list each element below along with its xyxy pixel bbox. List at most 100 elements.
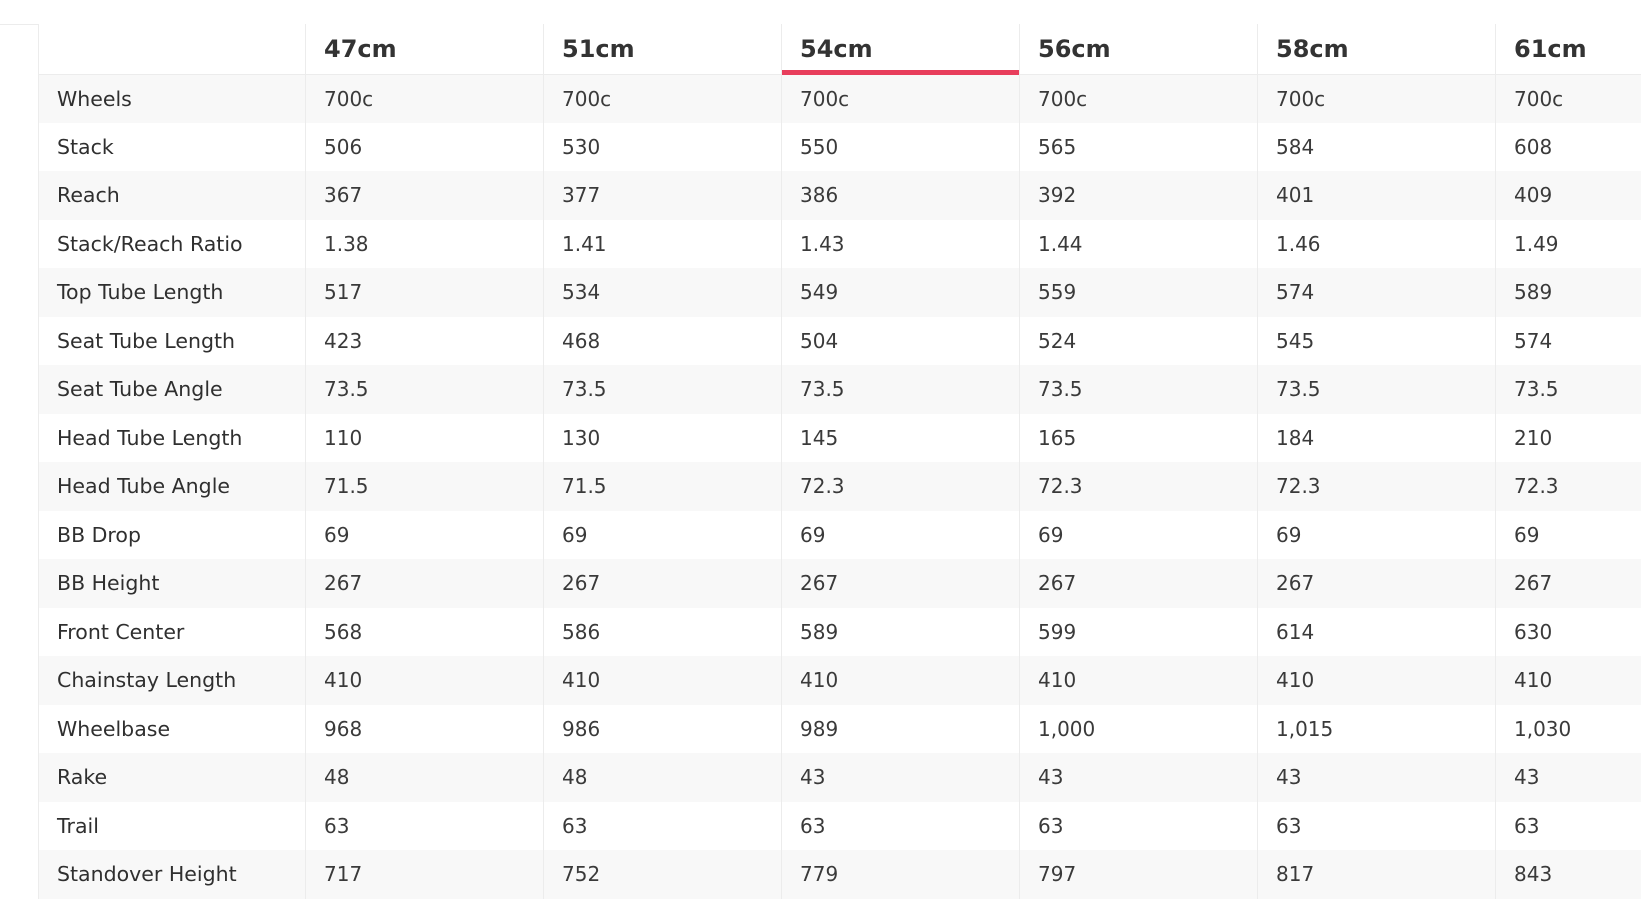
table-cell: 73.5 — [543, 365, 782, 414]
table-row: Front Center 568 586 589 599 614 630 — [38, 607, 1641, 656]
table-row: Stack 506 530 550 565 584 608 — [38, 122, 1641, 171]
table-cell: 410 — [1257, 656, 1496, 705]
table-row: Wheelbase 968 986 989 1,000 1,015 1,030 — [38, 704, 1641, 753]
table-cell: 43 — [1495, 753, 1641, 802]
row-label: Seat Tube Length — [38, 316, 306, 365]
table-cell: 69 — [781, 510, 1020, 559]
table-cell: 184 — [1257, 413, 1496, 462]
table-cell: 779 — [781, 850, 1020, 899]
geometry-table: 47cm 51cm 54cm 56cm 58cm 61cm Wheels 700c 700c 7… — [38, 24, 1641, 899]
table-cell: 630 — [1495, 607, 1641, 656]
table-cell: 72.3 — [781, 462, 1020, 511]
table-cell: 700c — [1257, 74, 1496, 123]
table-row: Head Tube Length 110 130 145 165 184 210 — [38, 413, 1641, 462]
table-cell: 410 — [305, 656, 544, 705]
table-cell: 586 — [543, 607, 782, 656]
table-cell: 72.3 — [1019, 462, 1258, 511]
size-column-header-54cm[interactable]: 54cm — [781, 24, 1020, 75]
table-cell: 700c — [1495, 74, 1641, 123]
table-cell: 48 — [543, 753, 782, 802]
table-cell: 530 — [543, 122, 782, 171]
table-cell: 43 — [781, 753, 1020, 802]
header-corner-cell — [38, 24, 306, 75]
geometry-table-container[interactable]: 47cm 51cm 54cm 56cm 58cm 61cm Wheels 700c 700c 7… — [38, 24, 1641, 901]
table-cell: 589 — [1495, 268, 1641, 317]
size-column-header-58cm[interactable]: 58cm — [1257, 24, 1496, 75]
table-row: Top Tube Length 517 534 549 559 574 589 — [38, 268, 1641, 317]
table-cell: 752 — [543, 850, 782, 899]
table-cell: 410 — [543, 656, 782, 705]
table-cell: 410 — [1495, 656, 1641, 705]
table-cell: 43 — [1257, 753, 1496, 802]
row-label: Stack — [38, 122, 306, 171]
table-cell: 545 — [1257, 316, 1496, 365]
row-label: Front Center — [38, 607, 306, 656]
table-row: Seat Tube Angle 73.5 73.5 73.5 73.5 73.5 73.5 — [38, 365, 1641, 414]
table-cell: 797 — [1019, 850, 1258, 899]
row-label: Reach — [38, 171, 306, 220]
table-cell: 367 — [305, 171, 544, 220]
table-cell: 63 — [305, 801, 544, 850]
table-cell: 267 — [781, 559, 1020, 608]
table-cell: 989 — [781, 704, 1020, 753]
size-column-header-51cm[interactable]: 51cm — [543, 24, 782, 75]
table-cell: 71.5 — [543, 462, 782, 511]
table-cell: 968 — [305, 704, 544, 753]
size-column-header-61cm[interactable]: 61cm — [1495, 24, 1641, 75]
row-label: BB Drop — [38, 510, 306, 559]
table-cell: 843 — [1495, 850, 1641, 899]
table-cell: 409 — [1495, 171, 1641, 220]
table-cell: 392 — [1019, 171, 1258, 220]
table-cell: 63 — [1257, 801, 1496, 850]
table-row: Chainstay Length 410 410 410 410 410 410 — [38, 656, 1641, 705]
table-cell: 267 — [1257, 559, 1496, 608]
table-cell: 700c — [305, 74, 544, 123]
table-row: Standover Height 717 752 779 797 817 843 — [38, 850, 1641, 899]
table-cell: 700c — [1019, 74, 1258, 123]
table-cell: 72.3 — [1495, 462, 1641, 511]
table-cell: 69 — [1019, 510, 1258, 559]
table-cell: 700c — [543, 74, 782, 123]
row-label: Standover Height — [38, 850, 306, 899]
table-cell: 69 — [543, 510, 782, 559]
table-cell: 700c — [781, 74, 1020, 123]
table-cell: 145 — [781, 413, 1020, 462]
size-column-header-56cm[interactable]: 56cm — [1019, 24, 1258, 75]
table-cell: 468 — [543, 316, 782, 365]
table-cell: 1,000 — [1019, 704, 1258, 753]
table-cell: 69 — [1257, 510, 1496, 559]
table-cell: 1,030 — [1495, 704, 1641, 753]
table-cell: 1,015 — [1257, 704, 1496, 753]
table-cell: 63 — [543, 801, 782, 850]
row-label: Head Tube Length — [38, 413, 306, 462]
table-cell: 410 — [1019, 656, 1258, 705]
table-cell: 72.3 — [1257, 462, 1496, 511]
table-cell: 48 — [305, 753, 544, 802]
table-cell: 574 — [1257, 268, 1496, 317]
table-cell: 69 — [305, 510, 544, 559]
table-cell: 267 — [1495, 559, 1641, 608]
table-cell: 1.41 — [543, 219, 782, 268]
row-label: Seat Tube Angle — [38, 365, 306, 414]
table-cell: 817 — [1257, 850, 1496, 899]
table-cell: 599 — [1019, 607, 1258, 656]
row-label: Rake — [38, 753, 306, 802]
table-cell: 717 — [305, 850, 544, 899]
table-cell: 73.5 — [1495, 365, 1641, 414]
table-cell: 568 — [305, 607, 544, 656]
table-cell: 504 — [781, 316, 1020, 365]
table-cell: 1.38 — [305, 219, 544, 268]
table-cell: 549 — [781, 268, 1020, 317]
table-cell: 574 — [1495, 316, 1641, 365]
table-cell: 608 — [1495, 122, 1641, 171]
table-cell: 267 — [305, 559, 544, 608]
row-label: Head Tube Angle — [38, 462, 306, 511]
table-row: Seat Tube Length 423 468 504 524 545 574 — [38, 316, 1641, 365]
table-cell: 73.5 — [1257, 365, 1496, 414]
row-label: Trail — [38, 801, 306, 850]
size-column-header-47cm[interactable]: 47cm — [305, 24, 544, 75]
table-cell: 1.43 — [781, 219, 1020, 268]
size-header-row: 47cm 51cm 54cm 56cm 58cm 61cm — [38, 24, 1641, 75]
table-cell: 267 — [1019, 559, 1258, 608]
table-cell: 565 — [1019, 122, 1258, 171]
